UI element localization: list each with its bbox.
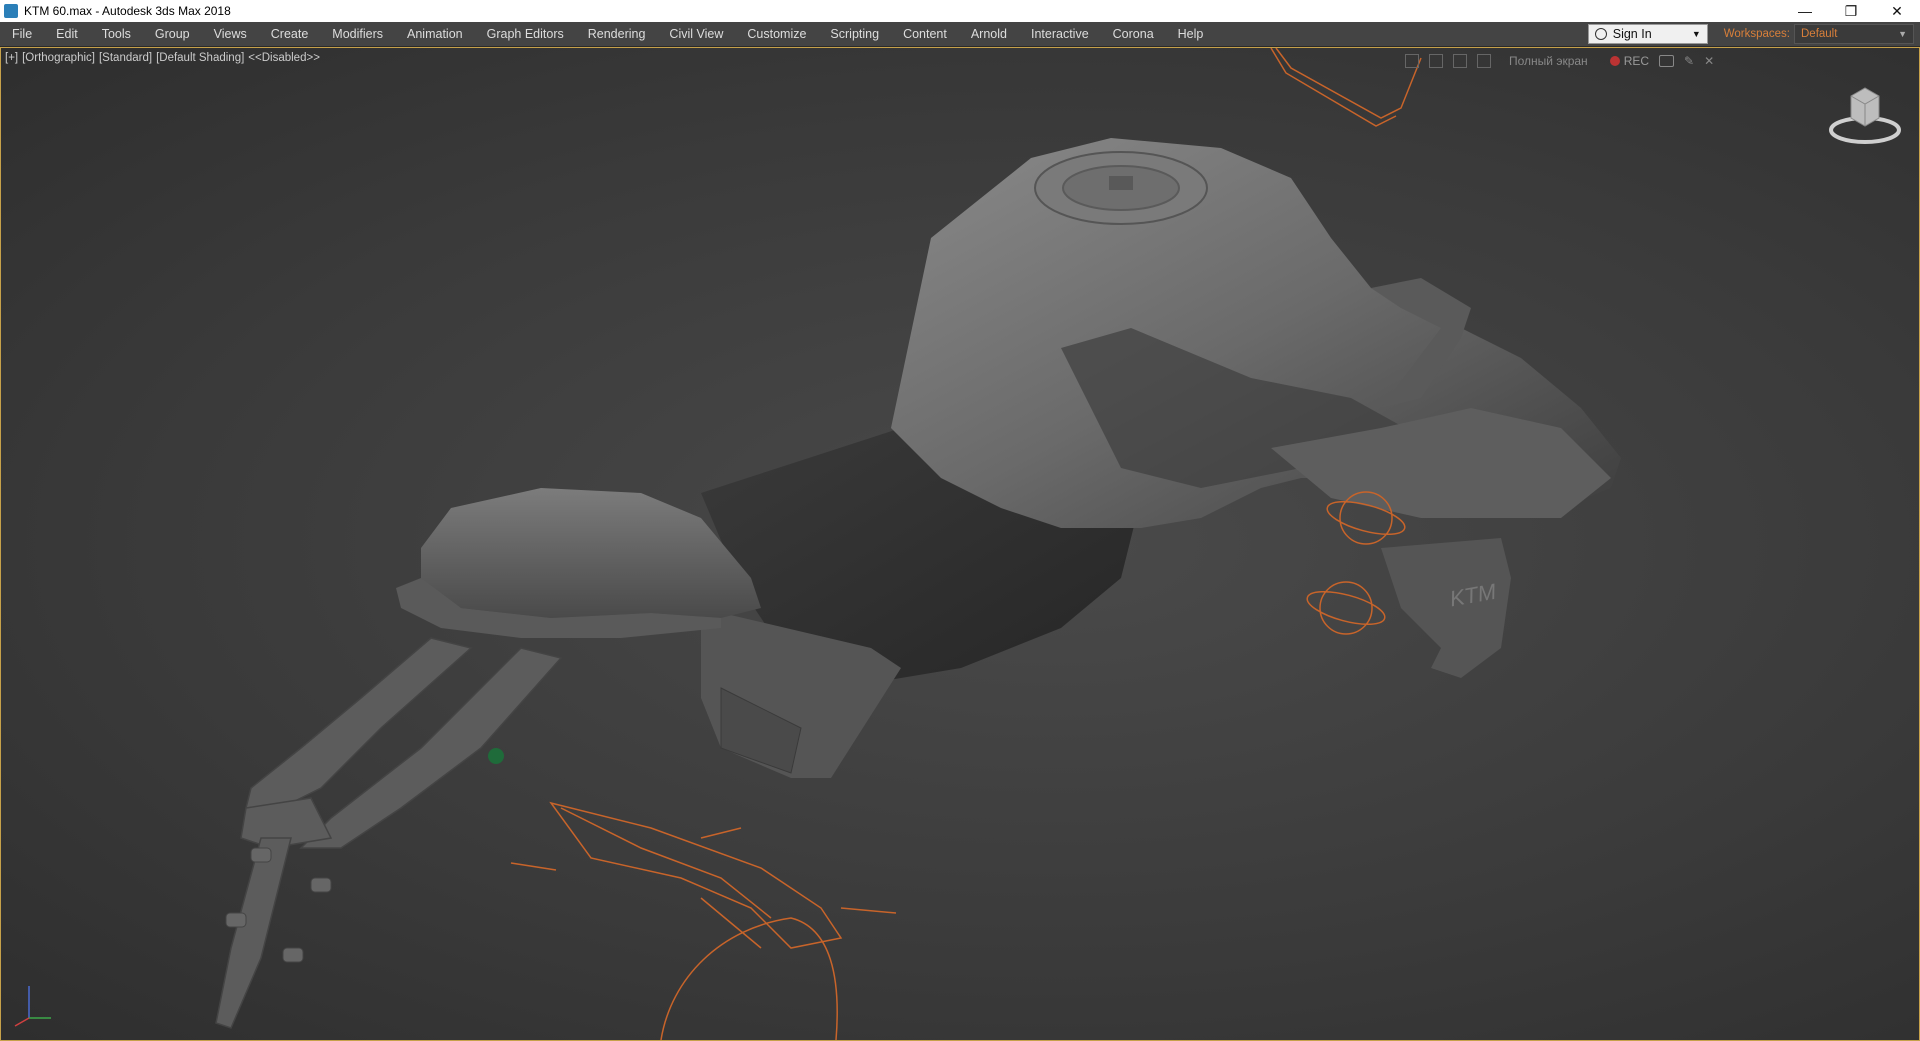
perspective-viewport[interactable]: KTM [+] [Orthographic] [Standard] [Defau… — [0, 47, 1920, 1041]
workspace-value: Default — [1801, 28, 1838, 40]
sign-in-dropdown[interactable]: Sign In ▼ — [1587, 24, 1708, 44]
zoom-region-icon[interactable] — [1453, 54, 1467, 68]
menu-tools[interactable]: Tools — [90, 22, 143, 46]
menu-help[interactable]: Help — [1166, 22, 1216, 46]
rec-label[interactable]: REC — [1624, 54, 1649, 68]
menu-rendering[interactable]: Rendering — [576, 22, 658, 46]
sign-in-label: Sign In — [1612, 27, 1652, 41]
mesh-tail-frame — [215, 637, 563, 1029]
crop-icon[interactable] — [1477, 54, 1491, 68]
menu-content[interactable]: Content — [891, 22, 959, 46]
menu-graph-editors[interactable]: Graph Editors — [475, 22, 576, 46]
layout-icon[interactable] — [1405, 54, 1419, 68]
window-title: KTM 60.max - Autodesk 3ds Max 2018 — [24, 4, 231, 18]
scene-canvas[interactable]: KTM — [1, 48, 1919, 1040]
menu-animation[interactable]: Animation — [395, 22, 475, 46]
menu-interactive[interactable]: Interactive — [1019, 22, 1101, 46]
menu-scripting[interactable]: Scripting — [818, 22, 891, 46]
chevron-down-icon: ▼ — [1691, 29, 1701, 39]
light-gizmo-2 — [1306, 581, 1386, 635]
close-button[interactable]: ✕ — [1874, 0, 1920, 22]
window-titlebar: KTM 60.max - Autodesk 3ds Max 2018 — ❐ ✕ — [0, 0, 1920, 22]
menu-create[interactable]: Create — [259, 22, 321, 46]
viewport-standard-menu[interactable]: [Standard] — [99, 52, 152, 64]
menu-bar: File Edit Tools Group Views Create Modif… — [0, 22, 1920, 47]
viewport-plus-menu[interactable]: [+] — [5, 52, 18, 64]
close-icon[interactable]: ✕ — [1704, 54, 1714, 68]
minimize-button[interactable]: — — [1782, 0, 1828, 22]
menu-views[interactable]: Views — [202, 22, 259, 46]
menu-group[interactable]: Group — [143, 22, 202, 46]
wire-top — [1270, 48, 1422, 127]
menu-corona[interactable]: Corona — [1101, 22, 1166, 46]
camera-icon[interactable] — [1659, 55, 1675, 67]
fuel-cap-hinge — [1109, 176, 1133, 190]
axis-tripod-icon — [14, 986, 51, 1027]
chevron-down-icon: ▼ — [1898, 29, 1907, 39]
copy-icon[interactable] — [1429, 54, 1443, 68]
workspace-selector: Workspaces: Default ▼ — [1724, 23, 1914, 45]
viewport-shading-menu[interactable]: [Default Shading] — [156, 52, 244, 64]
menu-file[interactable]: File — [0, 22, 44, 46]
wire-bottom — [510, 801, 897, 1040]
menu-arnold[interactable]: Arnold — [959, 22, 1019, 46]
fullscreen-button[interactable]: Полный экран — [1509, 54, 1588, 68]
viewcube-icon[interactable] — [1827, 78, 1903, 148]
pivot-marker — [488, 748, 504, 764]
mesh-ktm-panel — [1381, 538, 1511, 678]
viewport-view-menu[interactable]: [Orthographic] — [22, 52, 95, 64]
menu-modifiers[interactable]: Modifiers — [320, 22, 395, 46]
menu-civil-view[interactable]: Civil View — [657, 22, 735, 46]
workspace-dropdown[interactable]: Default ▼ — [1794, 24, 1914, 44]
app-icon — [4, 4, 18, 18]
restore-button[interactable]: ❐ — [1828, 0, 1874, 22]
viewport-disabled-menu[interactable]: <<Disabled>> — [248, 52, 320, 64]
viewport-toolbar: Полный экран REC ✎ ✕ — [1405, 52, 1714, 70]
user-icon — [1594, 28, 1607, 40]
menu-customize[interactable]: Customize — [735, 22, 818, 46]
workspaces-label: Workspaces: — [1723, 28, 1790, 40]
viewport-label: [+] [Orthographic] [Standard] [Default Shad… — [5, 52, 324, 64]
record-icon[interactable] — [1609, 56, 1620, 66]
menu-edit[interactable]: Edit — [44, 22, 90, 46]
pencil-icon[interactable]: ✎ — [1684, 54, 1694, 68]
